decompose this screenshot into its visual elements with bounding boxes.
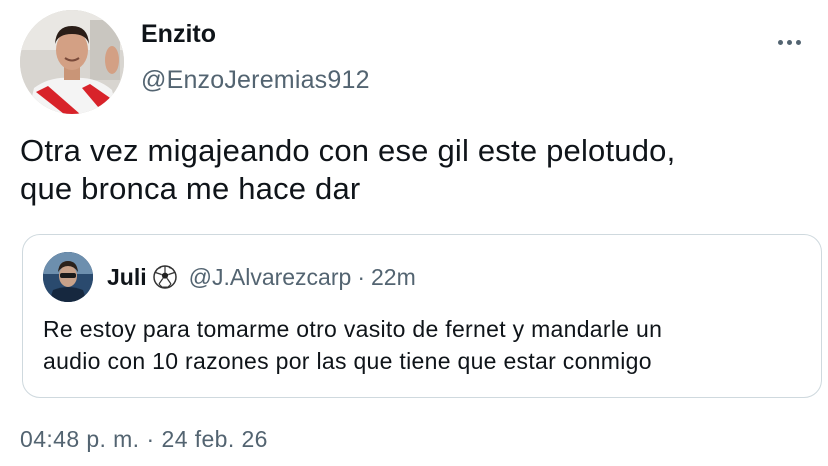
timestamp-time: 04:48 p. m. [20,426,140,452]
author-handle[interactable]: @EnzoJeremias912 [141,63,370,97]
more-dot [777,39,783,45]
quote-avatar-photo-icon [43,252,93,302]
quote-header: Juli @J.Alvarezcarp · 22m [107,261,416,293]
tweet-timestamp[interactable]: 04:48 p. m. · 24 feb. 26 [20,423,268,455]
quoted-tweet-card[interactable]: Juli @J.Alvarezcarp · 22m Re estoy para … [22,234,822,398]
author-display-name[interactable]: Enzito [141,17,216,51]
quote-text: Re estoy para tomarme otro vasito de fer… [43,313,803,377]
more-dot [786,39,792,45]
avatar-photo-icon [20,10,124,114]
quote-separator: · [357,264,365,290]
more-icon[interactable] [772,30,806,54]
soccer-ball-icon [152,265,177,289]
quote-handle[interactable]: @J.Alvarezcarp [189,261,352,293]
quote-avatar[interactable] [43,252,93,302]
tweet-container: Enzito @EnzoJeremias912 Otra vez migajea… [0,0,828,466]
quote-time[interactable]: 22m [371,261,416,293]
timestamp-date: 24 feb. 26 [161,426,268,452]
tweet-text-line: que bronca me hace dar [20,171,361,206]
author-avatar[interactable] [20,10,124,114]
quote-display-name[interactable]: Juli [107,261,147,293]
quote-text-line: Re estoy para tomarme otro vasito de fer… [43,316,663,342]
tweet-text: Otra vez migajeando con ese gil este pel… [20,132,810,208]
quote-text-line: audio con 10 razones por las que tiene q… [43,348,652,374]
more-dot [795,39,801,45]
timestamp-separator: · [146,426,155,452]
tweet-text-line: Otra vez migajeando con ese gil este pel… [20,133,676,168]
